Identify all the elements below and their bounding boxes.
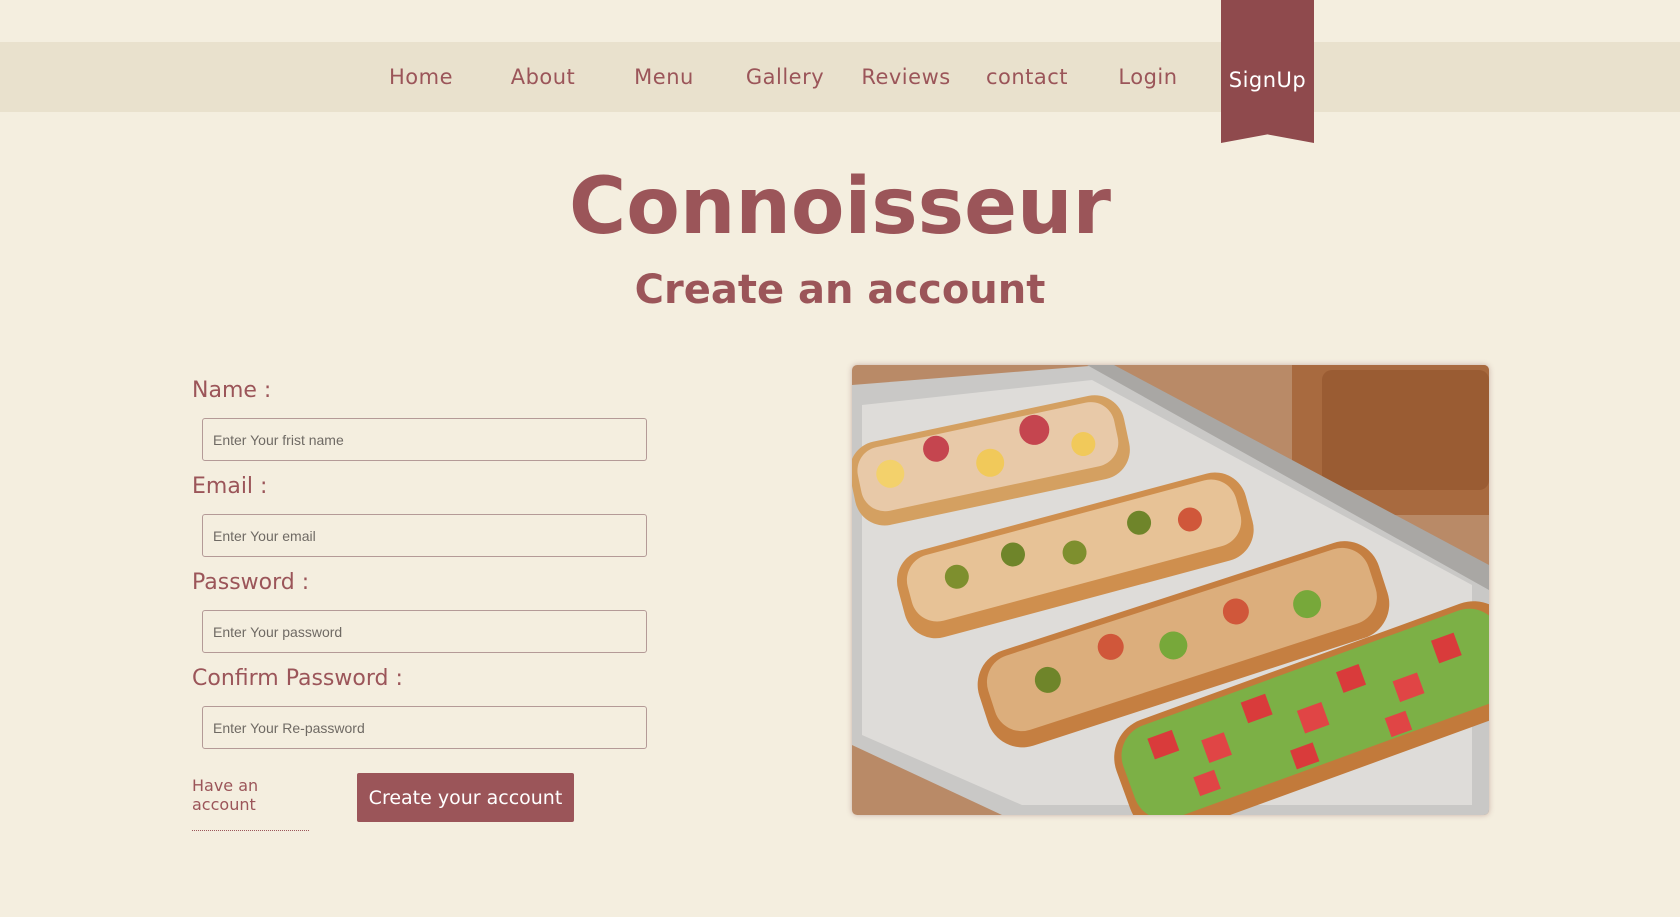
password-input[interactable]: [202, 610, 647, 653]
page-subtitle: Create an account: [634, 267, 1046, 313]
email-input[interactable]: [202, 514, 647, 557]
nav-gallery[interactable]: Gallery: [735, 42, 835, 112]
nav-login[interactable]: Login: [1098, 42, 1198, 112]
nav-menu[interactable]: Menu: [614, 42, 714, 112]
email-label: Email :: [192, 474, 268, 499]
nav-reviews[interactable]: Reviews: [856, 42, 956, 112]
nav-contact[interactable]: contact: [977, 42, 1077, 112]
brand-title: Connoisseur: [569, 162, 1111, 252]
food-photo-illustration: [852, 365, 1489, 815]
confirm-password-label: Confirm Password :: [192, 666, 403, 691]
password-label: Password :: [192, 570, 310, 595]
create-account-button[interactable]: Create your account: [357, 773, 574, 822]
food-photo: [852, 365, 1489, 815]
navbar: Home About Menu Gallery Reviews contact …: [0, 42, 1680, 112]
confirm-password-input[interactable]: [202, 706, 647, 749]
have-account-link[interactable]: Have an account: [192, 776, 309, 831]
nav-home[interactable]: Home: [371, 42, 471, 112]
nav-signup-active[interactable]: SignUp: [1221, 0, 1314, 143]
name-input[interactable]: [202, 418, 647, 461]
signup-page: Home About Menu Gallery Reviews contact …: [0, 0, 1680, 917]
nav-about[interactable]: About: [493, 42, 593, 112]
name-label: Name :: [192, 378, 272, 403]
